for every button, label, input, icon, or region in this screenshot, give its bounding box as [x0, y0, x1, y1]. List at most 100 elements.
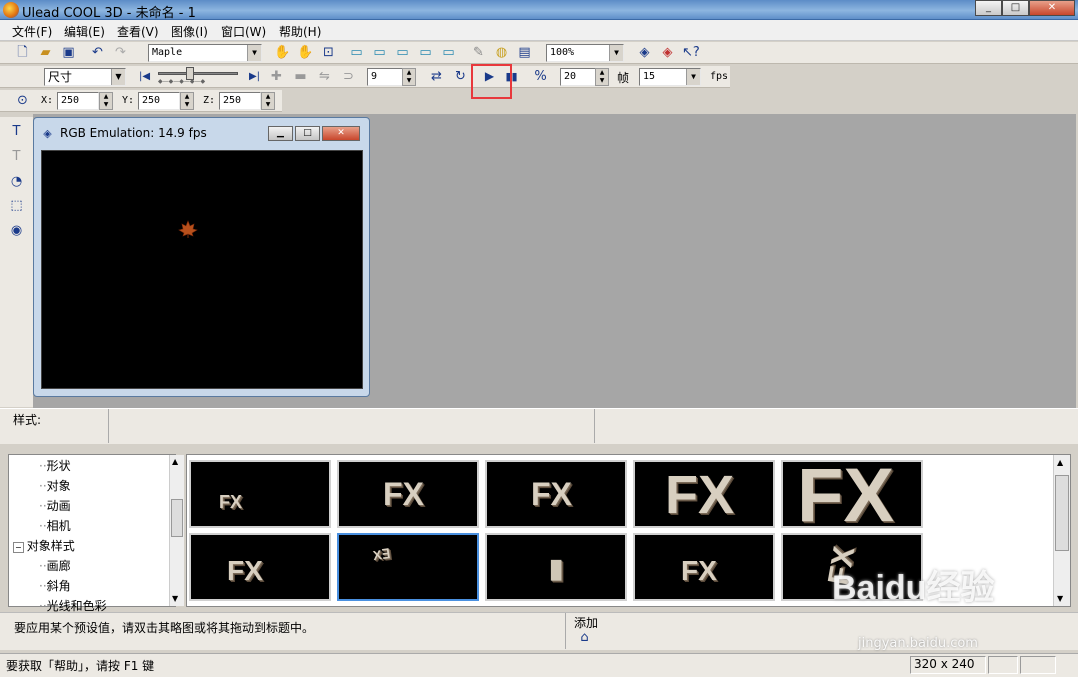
thumbnail-8[interactable]: ▮	[485, 533, 627, 601]
maximize-button[interactable]: □	[1002, 0, 1029, 16]
resize-object-icon[interactable]: ⊡	[320, 44, 337, 61]
frame-number-input[interactable]: 9	[367, 68, 403, 86]
menu-view[interactable]: 查看(V)	[117, 23, 159, 40]
scroll-down-icon[interactable]: ▼	[172, 594, 178, 603]
menu-help[interactable]: 帮助(H)	[279, 23, 321, 40]
scroll-up-icon[interactable]: ▲	[1057, 458, 1063, 467]
preset-tree: ··形状 ··对象 ··动画 ··相机 − 对象样式 ··画廊 ··斜角 ··光线…	[8, 454, 184, 613]
chevron-down-icon[interactable]: ▼	[609, 45, 623, 61]
y-label: Y:	[122, 95, 135, 106]
thumbnail-6[interactable]: FX	[189, 533, 331, 601]
thumbnail-5[interactable]: FX	[781, 460, 923, 528]
loop-icon[interactable]: ⇄	[428, 68, 445, 85]
thumbnail-3[interactable]: FX	[485, 460, 627, 528]
pingpong-icon[interactable]: ↻	[452, 68, 469, 85]
x-spinner[interactable]: ▲ ▼	[99, 92, 113, 110]
add-preset-icon[interactable]: ⌂	[576, 629, 593, 646]
chevron-down-icon[interactable]: ▼	[686, 69, 700, 85]
open-icon[interactable]: ▰	[37, 44, 54, 61]
x-value: 250	[61, 95, 80, 106]
thumbnail-7[interactable]: X∃	[337, 533, 479, 601]
zoom-value: 100%	[550, 47, 575, 58]
preview-window-icon: ◈	[43, 127, 52, 140]
thumbnail-2[interactable]: FX	[337, 460, 479, 528]
frame-rate-icon[interactable]: %	[532, 68, 549, 85]
render-icon[interactable]: ◈	[636, 44, 653, 61]
total-frames-spinner[interactable]: ▲ ▼	[595, 68, 609, 86]
menu-edit[interactable]: 编辑(E)	[64, 23, 105, 40]
scroll-up-icon[interactable]: ▲	[172, 457, 178, 466]
tree-scroll-thumb[interactable]	[171, 499, 183, 537]
scroll-down-icon[interactable]: ▼	[1057, 594, 1063, 603]
tree-item-shape[interactable]: ··形状	[39, 457, 71, 477]
font-select[interactable]: Maple ▼	[148, 44, 262, 62]
preview-close-button[interactable]: ✕	[322, 126, 360, 141]
menu-window[interactable]: 窗口(W)	[221, 23, 266, 40]
view-front-icon[interactable]: ▭	[348, 44, 365, 61]
brush-icon[interactable]: ✎	[470, 44, 487, 61]
tree-item-animation[interactable]: ··动画	[39, 497, 71, 517]
new-icon[interactable]: 🗋	[14, 44, 31, 61]
view-back-icon[interactable]: ▭	[417, 44, 434, 61]
menu-file[interactable]: 文件(F)	[12, 23, 52, 40]
insert-text-icon[interactable]: T	[8, 123, 25, 140]
thumbnail-4[interactable]: FX	[633, 460, 775, 528]
remove-keyframe-icon[interactable]: ▬	[292, 68, 309, 85]
redo-icon[interactable]: ↷	[112, 44, 129, 61]
time-slider[interactable]	[158, 72, 238, 75]
preview-minimize-button[interactable]: ▁	[268, 126, 293, 141]
export-icon[interactable]: ◈	[659, 44, 676, 61]
minimize-button[interactable]: _	[975, 0, 1002, 16]
size-mode-select[interactable]: 尺寸 ▼	[44, 68, 126, 86]
menu-image[interactable]: 图像(I)	[171, 23, 208, 40]
view-bottom-icon[interactable]: ▭	[440, 44, 457, 61]
thumbnail-scroll-thumb[interactable]	[1055, 475, 1069, 551]
chart-icon[interactable]: ▤	[516, 44, 533, 61]
z-spinner[interactable]: ▲ ▼	[261, 92, 275, 110]
view-top-icon[interactable]: ▭	[371, 44, 388, 61]
fps-label: fps	[710, 71, 729, 82]
add-keyframe-icon[interactable]: ✚	[268, 68, 285, 85]
move-object-icon[interactable]: ✋	[274, 44, 291, 61]
camera-icon[interactable]: ◉	[8, 222, 25, 239]
tree-scrollbar[interactable]: ▲ ▼	[169, 455, 184, 606]
first-frame-icon[interactable]: |◀	[136, 68, 153, 85]
tree-item-camera[interactable]: ··相机	[39, 517, 71, 537]
total-frames-input[interactable]: 20	[560, 68, 596, 86]
thumbnail-scrollbar[interactable]: ▲ ▼	[1053, 455, 1070, 606]
globe-icon[interactable]: ◍	[493, 44, 510, 61]
thumbnail-1[interactable]: FX	[189, 460, 331, 528]
rotate-keyframe-icon[interactable]: ⊃	[340, 68, 357, 85]
preview-window[interactable]: ◈ RGB Emulation: 14.9 fps ▁ □ ✕	[33, 117, 370, 397]
view-side-icon[interactable]: ▭	[394, 44, 411, 61]
tree-item-bevel[interactable]: ··斜角	[39, 577, 71, 597]
tree-item-object[interactable]: ··对象	[39, 477, 71, 497]
frame-number-spinner[interactable]: ▲ ▼	[402, 68, 416, 86]
style-label: 样式:	[13, 413, 42, 427]
zoom-select[interactable]: 100% ▼	[546, 44, 624, 62]
x-input[interactable]: 250	[57, 92, 99, 110]
edit-text-icon[interactable]: T	[8, 148, 25, 165]
status-bar: 要获取「帮助」，请按 F1 键 320 x 240	[0, 653, 1078, 677]
preview-maximize-button[interactable]: □	[295, 126, 320, 141]
chevron-down-icon[interactable]: ▼	[111, 69, 125, 85]
save-icon[interactable]: ▣	[60, 44, 77, 61]
y-input[interactable]: 250	[138, 92, 180, 110]
chevron-down-icon[interactable]: ▼	[247, 45, 261, 61]
tree-item-object-style[interactable]: − 对象样式	[13, 537, 75, 557]
y-spinner[interactable]: ▲ ▼	[180, 92, 194, 110]
preview-canvas[interactable]	[41, 150, 363, 389]
last-frame-icon[interactable]: ▶|	[246, 68, 263, 85]
close-button[interactable]: ✕	[1029, 0, 1075, 16]
select-object-icon[interactable]: ⬚	[8, 197, 25, 214]
fps-select[interactable]: 15 ▼	[639, 68, 701, 86]
reverse-icon[interactable]: ⇋	[316, 68, 333, 85]
thumbnail-9[interactable]: FX	[633, 533, 775, 601]
maple-leaf-object[interactable]	[42, 151, 364, 390]
insert-shape-icon[interactable]: ◔	[8, 173, 25, 190]
undo-icon[interactable]: ↶	[89, 44, 106, 61]
z-input[interactable]: 250	[219, 92, 261, 110]
tree-item-gallery[interactable]: ··画廊	[39, 557, 71, 577]
context-help-icon[interactable]: ↖?	[682, 44, 700, 61]
rotate-object-icon[interactable]: ✋	[297, 44, 314, 61]
